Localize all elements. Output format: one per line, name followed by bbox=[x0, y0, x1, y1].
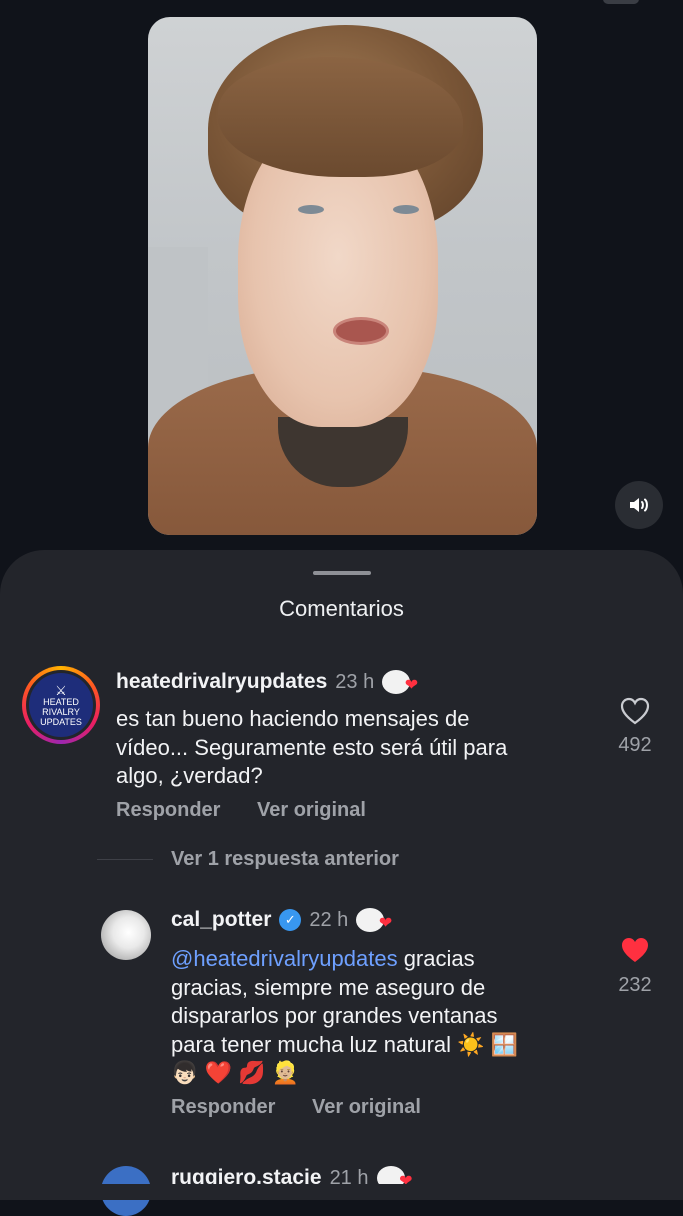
comment-username[interactable]: heatedrivalryupdates bbox=[116, 670, 327, 694]
comment-text: es tan bueno haciendo mensajes de vídeo.… bbox=[116, 705, 576, 791]
creator-like-badge: ❤ bbox=[382, 670, 418, 694]
comment-line: gracias, siempre me aseguro de bbox=[171, 974, 486, 1000]
volume-button[interactable] bbox=[615, 481, 663, 529]
view-replies-button[interactable]: Ver 1 respuesta anterior bbox=[171, 848, 399, 871]
like-count: 232 bbox=[618, 974, 652, 996]
heart-icon: ❤ bbox=[378, 915, 393, 932]
video-subject-eye-right bbox=[393, 205, 419, 214]
comment-line: dispararlos por grandes ventanas bbox=[171, 1003, 498, 1028]
comment-line: es tan bueno haciendo mensajes de bbox=[116, 706, 470, 731]
sheet-bottom-edge bbox=[0, 1184, 683, 1200]
comment-username[interactable]: cal_potter bbox=[171, 908, 271, 932]
view-original-button[interactable]: Ver original bbox=[257, 799, 366, 822]
verified-badge-icon: ✓ bbox=[279, 909, 302, 931]
replies-divider bbox=[97, 859, 153, 860]
avatar-text-line: UPDATES bbox=[40, 716, 82, 727]
heart-filled-icon bbox=[622, 938, 648, 962]
comment-header: cal_potter ✓ 22 h ❤ bbox=[171, 908, 392, 932]
comment-line: gracias bbox=[397, 946, 475, 971]
comment-line: para tener mucha luz natural ☀️ 🪟 bbox=[171, 1031, 519, 1057]
hockey-sticks-icon: ⚔ bbox=[55, 682, 67, 698]
comment-time: 22 h bbox=[309, 908, 349, 931]
creator-like-badge: ❤ bbox=[356, 908, 392, 932]
heart-outline-icon bbox=[620, 697, 650, 725]
reply-button[interactable]: Responder bbox=[171, 1096, 275, 1119]
view-original-button[interactable]: Ver original bbox=[312, 1096, 421, 1119]
video-subject-eye-left bbox=[298, 205, 324, 214]
like-count: 492 bbox=[618, 734, 652, 756]
comment-line: vídeo... Seguramente esto será útil para bbox=[116, 734, 508, 760]
status-pill bbox=[603, 0, 639, 4]
speaker-icon bbox=[630, 498, 648, 512]
avatar-text-line: HEATED bbox=[43, 696, 79, 707]
avatar-text-line: RIVALRY bbox=[42, 706, 80, 717]
avatar-cal-potter[interactable] bbox=[101, 910, 151, 960]
avatar-heatedrivalryupdates[interactable]: ⚔ HEATED RIVALRY UPDATES bbox=[22, 666, 100, 744]
reply-button[interactable]: Responder bbox=[116, 799, 220, 822]
comments-title: Comentarios bbox=[279, 596, 404, 621]
video-subject-mouth bbox=[333, 317, 389, 345]
sheet-drag-handle[interactable] bbox=[313, 571, 371, 575]
comment-line: algo, ¿verdad? bbox=[116, 763, 263, 788]
like-button-active[interactable] bbox=[620, 936, 650, 969]
mention-link[interactable]: @heatedrivalryupdates bbox=[171, 946, 398, 971]
comment-header: heatedrivalryupdates 23 h ❤ bbox=[116, 670, 418, 694]
video-player[interactable] bbox=[148, 17, 537, 535]
comment-time: 23 h bbox=[335, 670, 375, 693]
comment-text: @heatedrivalryupdates gracias gracias, s… bbox=[171, 945, 591, 1088]
comment-line: 👦🏻 ❤️ 💋 👱🏼 bbox=[171, 1060, 299, 1085]
heart-icon: ❤ bbox=[404, 677, 419, 694]
like-button[interactable] bbox=[620, 697, 650, 730]
